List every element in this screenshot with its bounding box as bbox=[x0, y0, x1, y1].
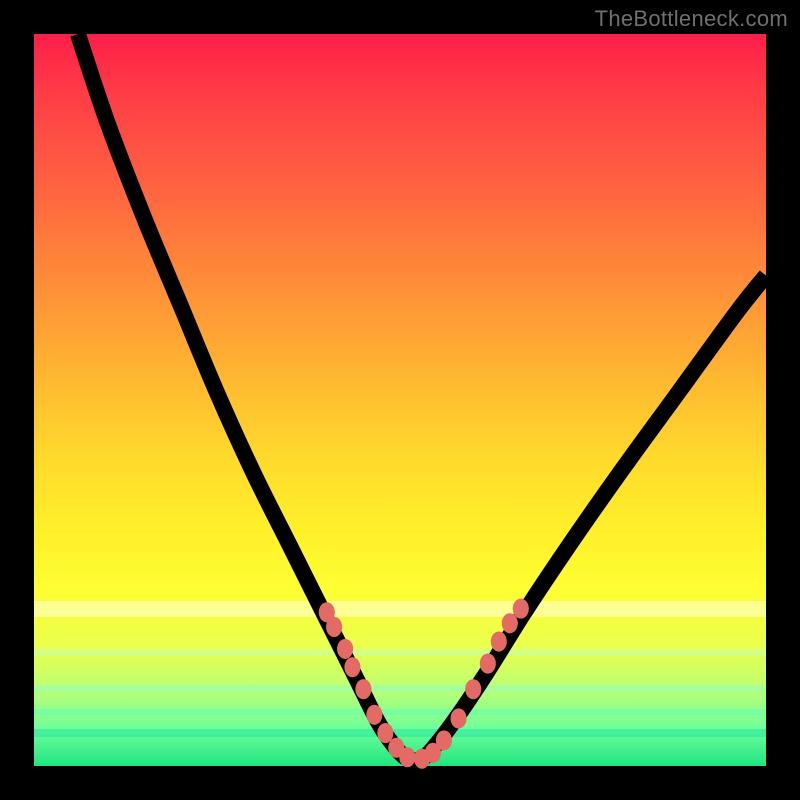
highlight-bead bbox=[399, 747, 415, 767]
bottleneck-curve bbox=[78, 34, 766, 761]
highlight-bead bbox=[344, 657, 360, 677]
highlight-bead bbox=[451, 708, 467, 728]
curve-overlay bbox=[34, 34, 766, 766]
highlight-bead bbox=[326, 617, 342, 637]
highlight-bead bbox=[366, 705, 382, 725]
highlight-bead bbox=[491, 631, 507, 651]
highlight-bead bbox=[502, 613, 518, 633]
highlight-bead bbox=[513, 599, 529, 619]
highlight-bead bbox=[337, 639, 353, 659]
highlight-bead bbox=[355, 679, 371, 699]
highlight-bead bbox=[377, 723, 393, 743]
chart-frame: TheBottleneck.com bbox=[0, 0, 800, 800]
highlight-bead bbox=[480, 653, 496, 673]
highlight-bead bbox=[465, 679, 481, 699]
attribution-label: TheBottleneck.com bbox=[595, 6, 788, 32]
highlight-bead bbox=[436, 730, 452, 750]
